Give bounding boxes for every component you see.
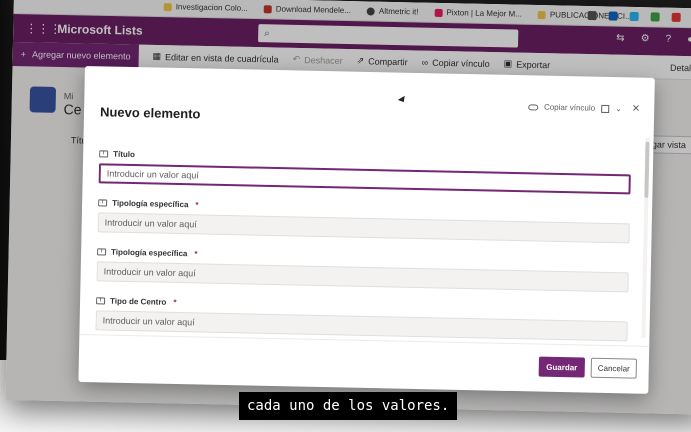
field-label-text: Título [113,149,136,159]
cancel-button[interactable]: Cancelar [590,357,637,379]
required-marker: * [194,248,198,258]
video-caption: cada uno de los valores. [239,392,458,420]
form-layout-icon[interactable] [601,104,610,113]
link-icon [527,103,539,110]
required-marker: * [195,199,199,209]
new-item-dialog: Copiar vínculo ⌄ ✕ Nuevo elemento T Títul… [78,66,655,394]
required-marker: * [173,297,177,307]
text-field-icon: T [98,198,108,206]
item-form: T Título Introducir un valor aquí T Tipolo… [95,146,633,343]
close-icon[interactable]: ✕ [632,103,641,114]
text-field-icon: T [99,149,109,158]
save-button[interactable]: Guardar [538,356,586,378]
dialog-title: Nuevo elemento [99,104,201,122]
dialog-toolbar: Copiar vínculo ⌄ ✕ [527,101,641,115]
text-field-icon: T [97,247,107,255]
form-scrollbar-thumb[interactable] [644,141,650,198]
field-label-text: Tipología específica [111,247,188,258]
text-field-icon: T [96,296,106,304]
chevron-down-icon[interactable]: ⌄ [615,104,622,113]
copy-link-dialog-button[interactable]: Copiar vínculo [544,103,595,113]
field-label-text: Tipo de Centro [109,296,167,307]
field-label-text: Tipología específica [112,198,189,209]
